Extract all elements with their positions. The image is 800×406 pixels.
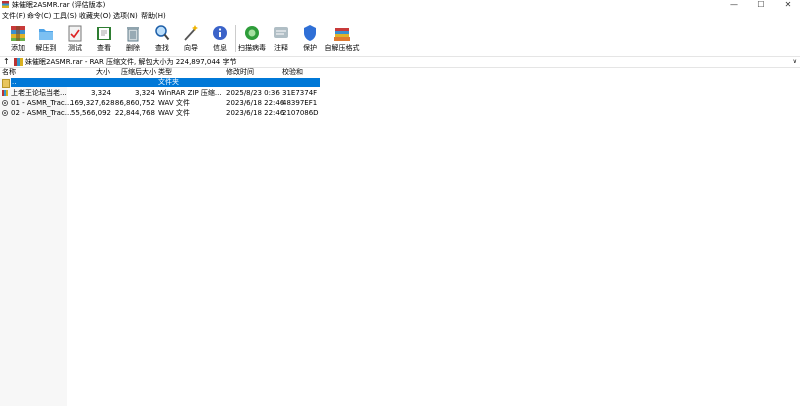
row-packed: 22,844,768 — [114, 109, 155, 117]
col-crc[interactable]: 校验和 — [282, 68, 303, 77]
address-bar[interactable]: ↑ 妹催眠2ASMR.rar - RAR 压缩文件, 解包大小为 224,897… — [0, 56, 800, 68]
row-size: 169,327,628 — [70, 99, 115, 107]
row-size: 3,324 — [90, 89, 111, 97]
row-type: WAV 文件 — [158, 109, 190, 117]
row-modified: 2023/6/18 22:46 — [226, 109, 285, 117]
maximize-button[interactable]: ☐ — [749, 0, 773, 10]
row-size: 55,566,092 — [70, 109, 111, 117]
col-packed[interactable]: 压缩后大小 — [121, 68, 156, 77]
sfx-icon — [334, 28, 350, 41]
minimize-button[interactable]: — — [722, 0, 746, 10]
row-name: 上老王论坛当老... — [11, 89, 67, 97]
menu-tools[interactable]: 工具(S) — [53, 12, 77, 21]
row-name: 01 - ASMR_Trac... — [11, 99, 72, 107]
row-crc: 2107086D — [282, 109, 319, 117]
address-dropdown-icon[interactable]: ∨ — [793, 57, 797, 67]
table-row[interactable]: .. 文件夹 — [0, 78, 320, 88]
comment-icon — [274, 27, 288, 38]
row-type: 文件夹 — [158, 78, 179, 86]
row-crc: 48397EF1 — [282, 99, 318, 107]
close-button[interactable]: ✕ — [776, 0, 800, 10]
table-row[interactable]: 上老王论坛当老... 3,324 3,324 WinRAR ZIP 压缩... … — [0, 88, 320, 98]
wizard-wand-icon — [184, 25, 198, 41]
row-crc: 31E7374F — [282, 89, 318, 97]
column-header: 名称 大小 压缩后大小 类型 修改时间 校验和 — [0, 68, 320, 77]
menu-favorites[interactable]: 收藏夹(O) — [79, 12, 111, 21]
col-name[interactable]: 名称 — [2, 68, 16, 77]
wav-file-icon — [2, 110, 8, 116]
row-packed: 3,324 — [134, 89, 155, 97]
wav-file-icon — [2, 100, 8, 106]
menu-command[interactable]: 命令(C) — [27, 12, 51, 21]
name-column-shade — [0, 78, 67, 406]
col-size[interactable]: 大小 — [96, 68, 110, 77]
toolbar: 添加 解压到 测试 查看 删除 查找 向导 信息 扫描病毒 注释 保护 自解压格… — [0, 22, 800, 55]
col-type[interactable]: 类型 — [158, 68, 172, 77]
table-row[interactable]: 02 - ASMR_Trac... 55,566,092 22,844,768 … — [0, 108, 320, 118]
test-clipboard-icon — [68, 25, 82, 42]
row-type: WAV 文件 — [158, 99, 190, 107]
protect-shield-icon — [304, 25, 316, 41]
view-book-icon — [97, 27, 111, 40]
extract-to-folder-icon — [39, 29, 53, 40]
add-archive-icon — [11, 26, 25, 41]
window-title: 妹催眠2ASMR.rar (评估版本) — [12, 1, 106, 9]
table-row[interactable]: 01 - ASMR_Trac... 169,327,628 86,860,752… — [0, 98, 320, 108]
sfx-button[interactable]: 自解压格式 — [325, 22, 360, 55]
row-name: 02 - ASMR_Trac... — [11, 109, 72, 117]
address-path: 妹催眠2ASMR.rar - RAR 压缩文件, 解包大小为 224,897,0… — [25, 58, 237, 66]
winrar-app-icon — [2, 1, 9, 8]
title-bar: 妹催眠2ASMR.rar (评估版本) — ☐ ✕ — [0, 0, 800, 10]
row-modified: 2023/6/18 22:46 — [226, 99, 285, 107]
info-icon — [213, 26, 227, 40]
delete-trash-icon — [127, 27, 139, 42]
parent-folder-icon — [2, 79, 10, 88]
up-arrow-icon[interactable]: ↑ — [3, 57, 10, 67]
zip-file-icon — [2, 90, 8, 96]
col-modified[interactable]: 修改时间 — [226, 68, 254, 77]
row-packed: 86,860,752 — [114, 99, 155, 107]
menu-file[interactable]: 文件(F) — [2, 12, 26, 21]
row-type: WinRAR ZIP 压缩... — [158, 89, 222, 97]
archive-icon — [14, 58, 23, 66]
row-name: .. — [12, 78, 17, 86]
row-modified: 2025/8/23 0:36 — [226, 89, 280, 97]
sfx-label: 自解压格式 — [324, 44, 360, 52]
find-magnifier-icon — [155, 25, 170, 41]
virus-scan-icon — [245, 26, 259, 40]
menu-options[interactable]: 选项(N) — [113, 12, 138, 21]
menu-help[interactable]: 帮助(H) — [141, 12, 166, 21]
